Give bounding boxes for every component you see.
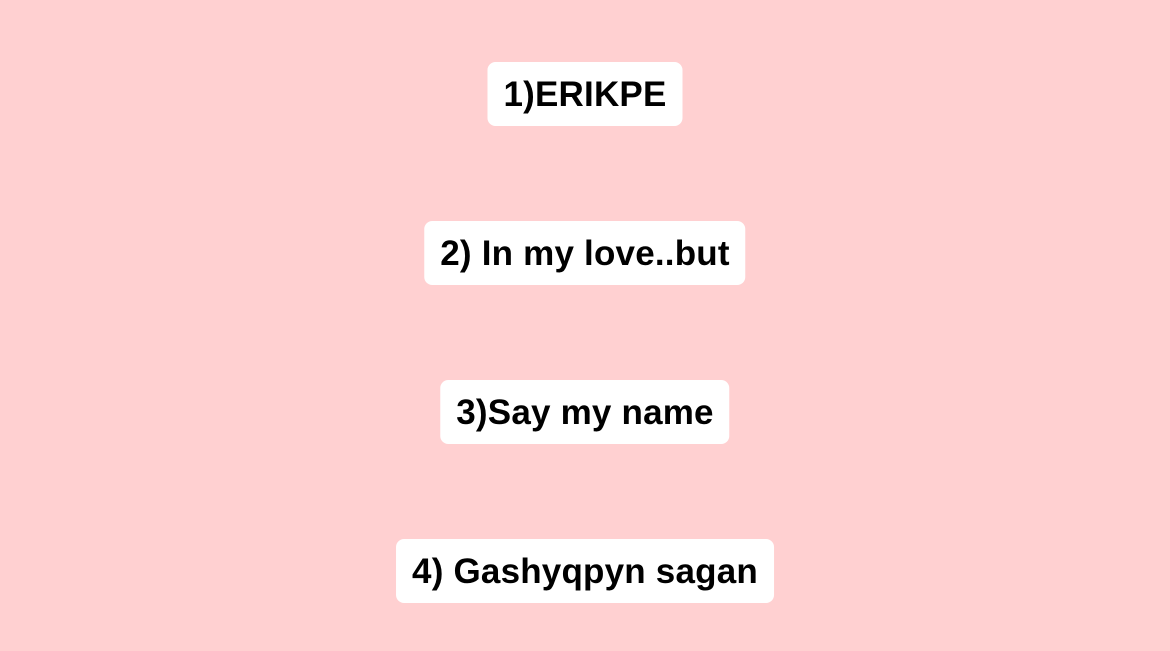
story-canvas: 1)ERIKPE 2) In my love..but 3)Say my nam…	[0, 0, 1170, 651]
list-item-text: 4) Gashyqpyn sagan	[412, 551, 758, 591]
list-item-text: 3)Say my name	[456, 392, 714, 432]
list-item-text: 1)ERIKPE	[503, 74, 667, 114]
list-item: 4) Gashyqpyn sagan	[396, 539, 774, 603]
list-item: 1)ERIKPE	[487, 62, 683, 126]
list-item: 2) In my love..but	[424, 221, 746, 285]
list-item: 3)Say my name	[440, 380, 730, 444]
list-item-text: 2) In my love..but	[440, 233, 730, 273]
